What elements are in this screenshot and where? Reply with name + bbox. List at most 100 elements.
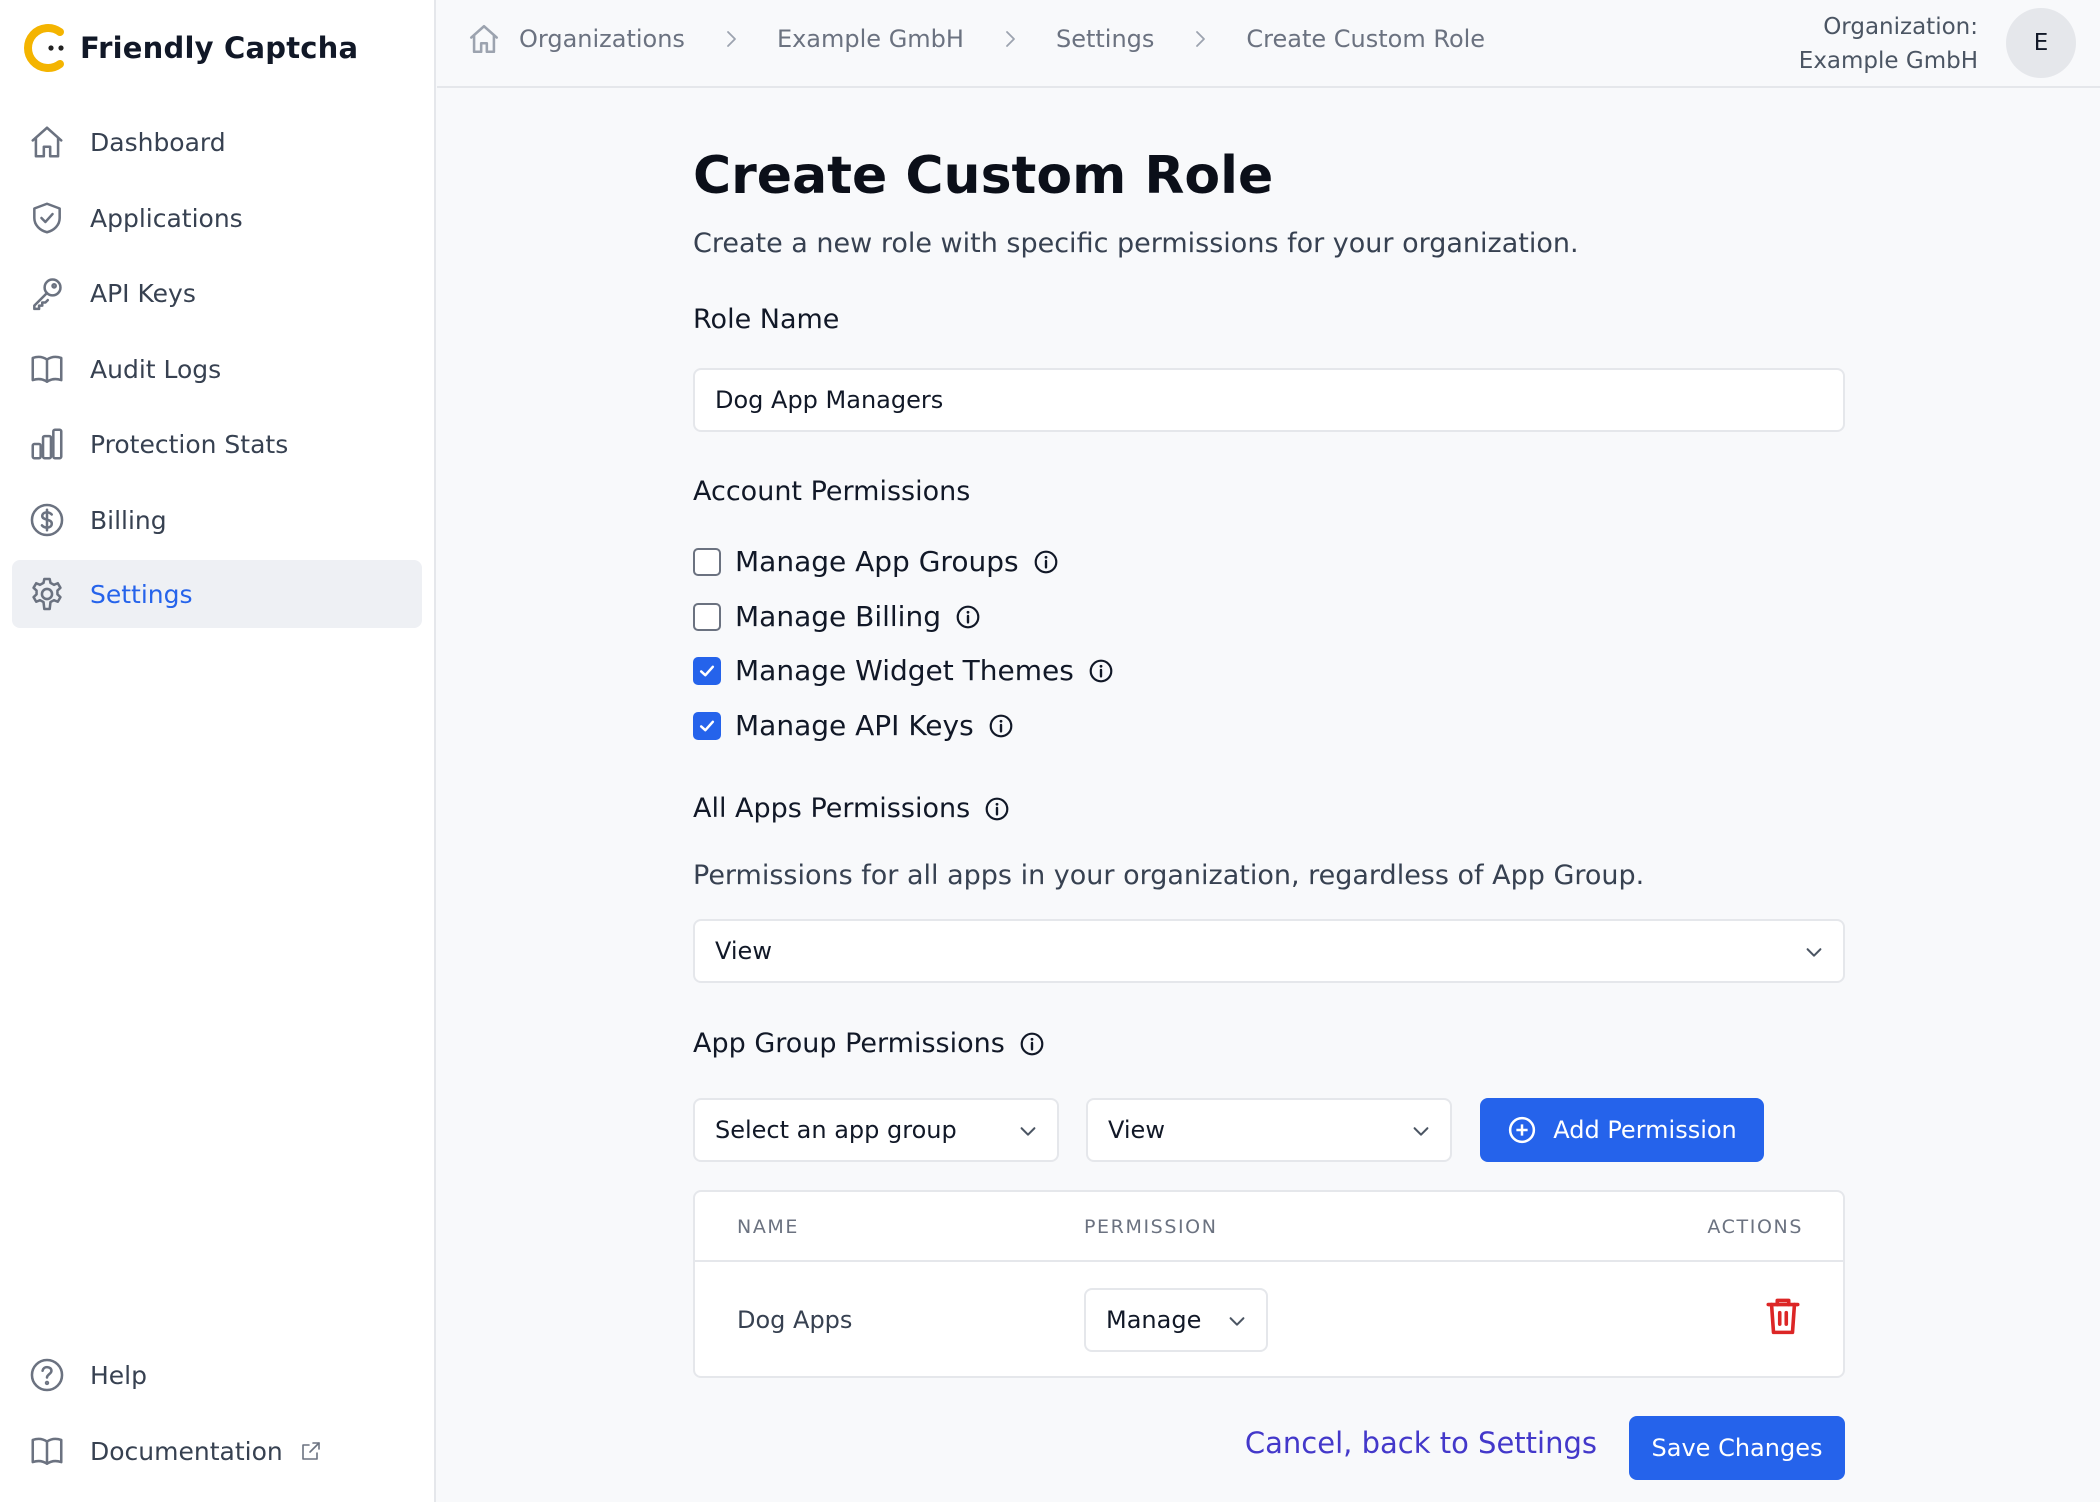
sidebar-item-label: Help — [90, 1360, 147, 1390]
dollar-circle-icon — [30, 503, 64, 537]
add-permission-button[interactable]: Add Permission — [1480, 1098, 1764, 1162]
select-value: View — [1108, 1116, 1165, 1144]
chevron-down-icon — [1413, 1127, 1429, 1136]
page-subtitle: Create a new role with specific permissi… — [693, 228, 1579, 259]
plus-circle-icon — [1509, 1116, 1536, 1144]
breadcrumb: Organizations Example GmbH Settings Crea… — [467, 22, 1485, 56]
book-icon — [31, 355, 63, 383]
row-app-group-name: Dog Apps — [737, 1306, 853, 1334]
app-group-permissions-heading: App Group Permissions — [693, 1028, 1045, 1059]
sidebar-item-audit-logs[interactable]: Audit Logs — [12, 335, 422, 403]
question-circle-icon — [30, 1358, 64, 1392]
app-group-select[interactable]: Select an app group — [693, 1098, 1059, 1162]
org-info: Organization: Example GmbH — [1799, 10, 1978, 78]
select-value: Select an app group — [715, 1116, 957, 1144]
sidebar-item-label: Protection Stats — [90, 429, 289, 459]
chevron-down-icon — [1229, 1317, 1245, 1326]
info-icon[interactable] — [988, 713, 1014, 739]
breadcrumb-org[interactable]: Example GmbH — [777, 25, 964, 53]
select-value: View — [715, 937, 772, 965]
all-apps-permissions-heading: All Apps Permissions — [693, 793, 1010, 824]
chevron-down-icon — [1020, 1127, 1036, 1136]
sidebar-item-protection-stats[interactable]: Protection Stats — [12, 410, 422, 478]
key-icon — [33, 278, 62, 311]
org-name: Example GmbH — [1798, 48, 1978, 74]
info-icon[interactable] — [955, 604, 981, 630]
column-header-actions: ACTIONS — [1707, 1216, 1803, 1238]
shield-check-icon — [33, 202, 61, 234]
gear-icon — [32, 577, 62, 611]
sidebar-item-label: Applications — [90, 203, 243, 233]
select-value: Manage — [1106, 1306, 1202, 1334]
chevron-right-icon — [1006, 31, 1015, 47]
checkbox-checked[interactable] — [693, 711, 721, 740]
checkbox-checked[interactable] — [693, 656, 721, 685]
chevron-right-icon — [1196, 31, 1206, 47]
trash-icon[interactable] — [1765, 1296, 1801, 1336]
info-icon[interactable] — [1033, 549, 1059, 575]
all-apps-permissions-label: All Apps Permissions — [693, 793, 971, 824]
checkmark-icon — [699, 665, 715, 676]
chevron-right-icon — [727, 31, 736, 47]
info-icon[interactable] — [1088, 658, 1114, 684]
permission-manage-billing[interactable]: Manage Billing — [693, 600, 981, 633]
brand-logo[interactable]: Friendly Captcha — [24, 22, 358, 74]
sidebar-item-label: Dashboard — [90, 127, 226, 157]
permission-label: Manage App Groups — [735, 545, 1019, 578]
sidebar-item-applications[interactable]: Applications — [12, 184, 422, 252]
sidebar-item-label: Billing — [90, 505, 167, 535]
cancel-link[interactable]: Cancel, back to Settings — [1245, 1426, 1597, 1460]
org-label: Organization: — [1823, 14, 1978, 40]
info-icon[interactable] — [1019, 1031, 1045, 1057]
top-bar: Organizations Example GmbH Settings Crea… — [437, 0, 2100, 88]
add-permission-label: Add Permission — [1553, 1116, 1737, 1144]
friendly-captcha-logo-icon — [24, 24, 64, 72]
sidebar-item-label: API Keys — [90, 278, 196, 308]
column-header-name: NAME — [737, 1216, 800, 1238]
permission-manage-app-groups[interactable]: Manage App Groups — [693, 545, 1059, 578]
checkbox[interactable] — [693, 547, 721, 576]
all-apps-description: Permissions for all apps in your organiz… — [693, 860, 1645, 891]
sidebar-item-label: Audit Logs — [90, 354, 222, 384]
sidebar-item-settings[interactable]: Settings — [12, 560, 422, 628]
checkmark-icon — [699, 720, 715, 731]
role-name-input[interactable]: Dog App Managers — [693, 368, 1845, 432]
external-link-icon — [301, 1442, 320, 1460]
info-icon[interactable] — [984, 796, 1010, 822]
home-icon — [31, 126, 63, 158]
permission-manage-api-keys[interactable]: Manage API Keys — [693, 709, 1014, 742]
permission-manage-widget-themes[interactable]: Manage Widget Themes — [693, 654, 1114, 687]
app-group-permission-select[interactable]: View — [1086, 1098, 1452, 1162]
home-icon[interactable] — [467, 22, 501, 56]
sidebar-item-api-keys[interactable]: API Keys — [12, 259, 422, 327]
all-apps-permission-select[interactable]: View — [693, 919, 1845, 983]
book-icon — [31, 1437, 63, 1465]
avatar[interactable]: E — [2006, 8, 2076, 78]
checkbox[interactable] — [693, 602, 721, 631]
permission-label: Manage API Keys — [735, 709, 974, 742]
column-header-permission: PERMISSION — [1084, 1216, 1218, 1238]
row-permission-select[interactable]: Manage — [1084, 1288, 1268, 1352]
breadcrumb-current: Create Custom Role — [1246, 25, 1486, 53]
sidebar-item-label: Settings — [90, 579, 193, 609]
page-title: Create Custom Role — [693, 146, 1274, 206]
save-changes-button[interactable]: Save Changes — [1629, 1416, 1845, 1480]
table-divider — [695, 1260, 1843, 1262]
permission-label: Manage Widget Themes — [735, 654, 1074, 687]
role-name-label: Role Name — [693, 304, 840, 335]
bar-chart-icon — [31, 428, 63, 460]
brand-name: Friendly Captcha — [80, 31, 359, 65]
permission-label: Manage Billing — [735, 600, 941, 633]
sidebar-item-documentation[interactable]: Documentation — [12, 1417, 422, 1485]
sidebar-item-dashboard[interactable]: Dashboard — [12, 108, 422, 176]
sidebar-item-help[interactable]: Help — [12, 1341, 422, 1409]
sidebar-item-label: Documentation — [90, 1436, 283, 1466]
chevron-down-icon — [1806, 948, 1822, 957]
app-group-permissions-label: App Group Permissions — [693, 1028, 1005, 1059]
app-group-permissions-table: NAME PERMISSION ACTIONS Dog Apps Manage — [693, 1190, 1845, 1378]
breadcrumb-settings[interactable]: Settings — [1056, 25, 1154, 53]
breadcrumb-organizations[interactable]: Organizations — [519, 25, 685, 53]
account-permissions-label: Account Permissions — [693, 476, 971, 507]
sidebar-item-billing[interactable]: Billing — [12, 486, 422, 554]
sidebar: Friendly Captcha Dashboard Applications … — [0, 0, 436, 1502]
